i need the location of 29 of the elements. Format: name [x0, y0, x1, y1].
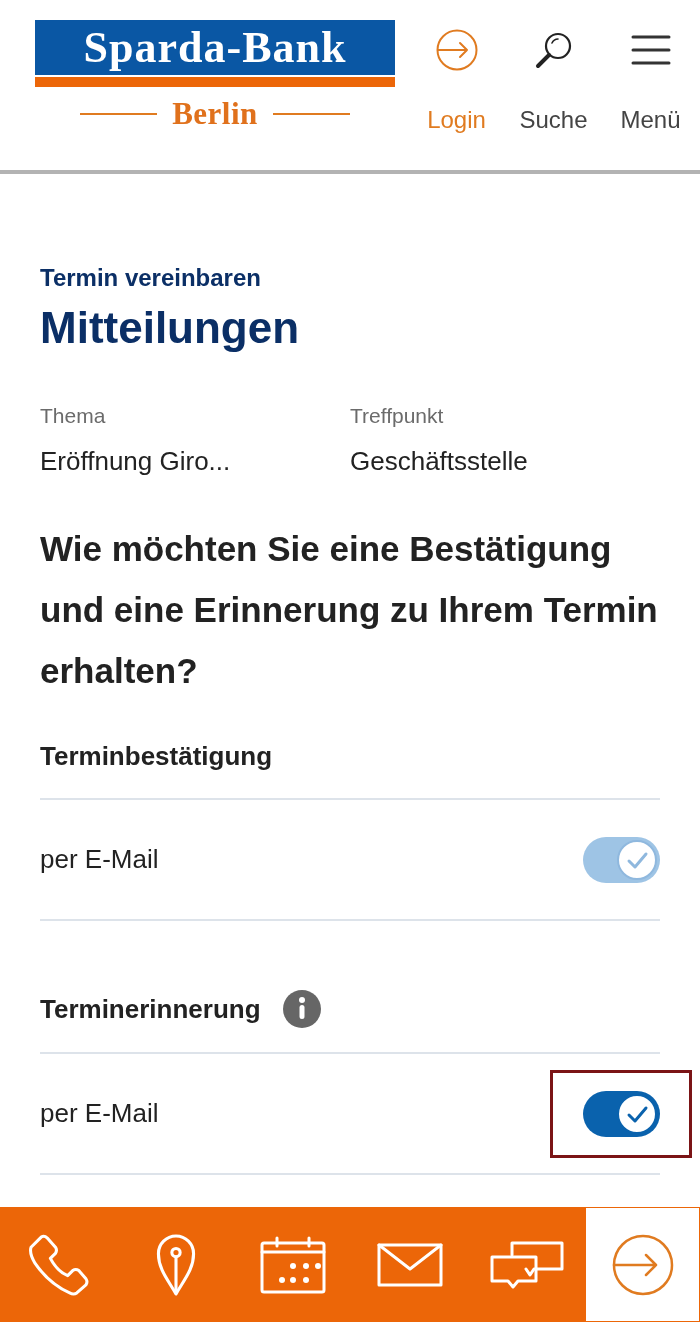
page-title: Mitteilungen	[40, 302, 301, 354]
search-button[interactable]: Suche	[505, 0, 602, 170]
map-pin-icon[interactable]	[155, 1233, 196, 1296]
arrow-circle-icon[interactable]	[611, 1233, 674, 1296]
summary-value: Eröffnung Giro...	[40, 445, 232, 477]
summary-label: Treffpunkt	[350, 403, 445, 429]
logo-wordmark: Sparda-Bank	[35, 20, 395, 75]
envelope-icon[interactable]	[376, 1242, 443, 1287]
menu-button[interactable]: Menü	[602, 0, 699, 170]
toggle-switch[interactable]	[583, 1090, 660, 1137]
summary-value: Geschäftsstelle	[350, 445, 529, 477]
chat-bubbles-icon[interactable]	[489, 1240, 564, 1289]
phone-icon[interactable]	[27, 1233, 90, 1296]
check-icon	[617, 839, 657, 880]
section-title: Terminbestätigung	[40, 739, 273, 773]
arrow-circle-icon[interactable]	[435, 29, 478, 71]
option-label: per E-Mail	[40, 843, 159, 876]
breadcrumb-text: Termin vereinbaren	[40, 263, 262, 293]
option-label: per E-Mail	[40, 1097, 159, 1130]
calendar-icon[interactable]	[259, 1235, 326, 1294]
summary-label: Thema	[40, 403, 107, 429]
question-heading: Wie möchten Sie eine Bestätigung und eine Erinnerung zu Ihrem Termin erhalten?	[40, 528, 659, 692]
logo-region-text: Berlin	[172, 97, 258, 131]
info-icon[interactable]	[282, 990, 321, 1028]
check-icon	[617, 1093, 657, 1134]
section-title: Terminerinnerung	[40, 992, 261, 1026]
login-button[interactable]	[585, 1207, 700, 1322]
search-icon[interactable]	[535, 31, 572, 69]
menu-icon[interactable]	[630, 35, 671, 65]
